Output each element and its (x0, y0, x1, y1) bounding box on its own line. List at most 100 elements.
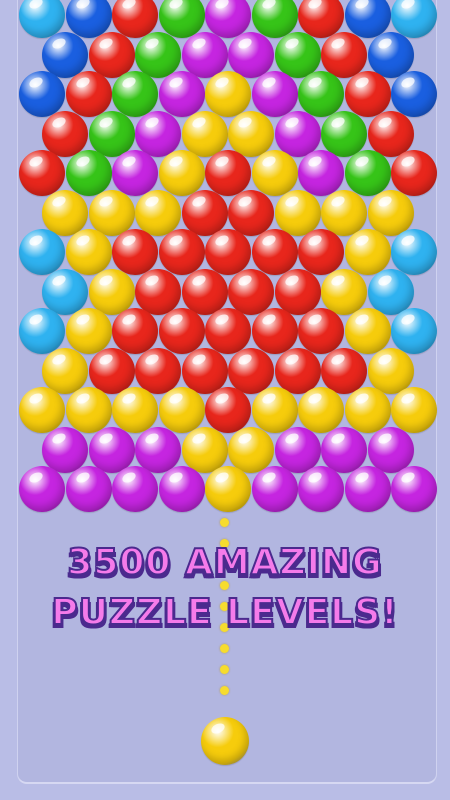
red-bubble (391, 150, 437, 196)
bubble-grid (0, 0, 450, 520)
red-bubble (181, 268, 228, 315)
red-bubble (298, 229, 344, 275)
red-bubble (251, 308, 298, 354)
green-bubble (65, 150, 112, 196)
yellow-bubble (158, 150, 205, 196)
red-bubble (112, 229, 158, 275)
red-bubble (205, 308, 251, 354)
yellow-bubble (112, 387, 158, 433)
yellow-bubble (135, 189, 181, 236)
red-bubble (88, 347, 135, 394)
red-bubble (274, 347, 321, 394)
purple-bubble (112, 150, 158, 196)
red-bubble (298, 308, 344, 354)
red-bubble (205, 387, 251, 433)
red-bubble (228, 347, 274, 394)
yellow-bubble (158, 387, 205, 433)
purple-bubble (65, 466, 112, 512)
cyan-bubble (391, 229, 437, 275)
yellow-bubble (344, 229, 391, 275)
yellow-bubble (42, 347, 88, 394)
purple-bubble (158, 466, 205, 512)
purple-bubble (274, 426, 321, 473)
yellow-bubble (181, 426, 228, 473)
yellow-bubble (391, 387, 437, 433)
green-bubble (321, 110, 367, 157)
yellow-bubble (228, 426, 274, 473)
green-bubble (135, 31, 181, 78)
red-bubble (367, 110, 414, 157)
yellow-bubble (88, 189, 135, 236)
purple-bubble (344, 466, 391, 512)
purple-bubble (181, 31, 228, 78)
purple-bubble (367, 426, 414, 473)
purple-bubble (135, 426, 181, 473)
red-bubble (42, 110, 88, 157)
green-bubble (344, 150, 391, 196)
yellow-bubble (65, 229, 112, 275)
yellow-bubble (251, 150, 298, 196)
red-bubble (19, 150, 65, 196)
yellow-bubble (367, 189, 414, 236)
cyan-bubble (42, 268, 88, 315)
red-bubble (158, 308, 205, 354)
green-bubble (274, 31, 321, 78)
green-bubble (298, 71, 344, 117)
purple-bubble (19, 466, 65, 512)
yellow-bubble (228, 110, 274, 157)
purple-bubble (274, 110, 321, 157)
yellow-bubble (298, 387, 344, 433)
red-bubble (65, 71, 112, 117)
green-bubble (112, 71, 158, 117)
red-bubble (321, 347, 367, 394)
red-bubble (88, 31, 135, 78)
cyan-bubble (19, 229, 65, 275)
red-bubble (321, 31, 367, 78)
cyan-bubble (367, 268, 414, 315)
red-bubble (135, 268, 181, 315)
yellow-bubble (19, 387, 65, 433)
promo-banner: 3500 AMAZING PUZZLE LEVELS! (0, 538, 450, 638)
blue-bubble (19, 71, 65, 117)
red-bubble (181, 347, 228, 394)
purple-bubble (88, 426, 135, 473)
red-bubble (205, 229, 251, 275)
red-bubble (158, 229, 205, 275)
purple-bubble (298, 150, 344, 196)
yellow-bubble (42, 189, 88, 236)
yellow-bubble (181, 110, 228, 157)
purple-bubble (298, 466, 344, 512)
yellow-bubble (88, 268, 135, 315)
blue-bubble (367, 31, 414, 78)
blue-bubble (391, 71, 437, 117)
red-bubble (135, 347, 181, 394)
purple-bubble (251, 466, 298, 512)
yellow-bubble (205, 71, 251, 117)
promo-line-2: PUZZLE LEVELS! (50, 591, 399, 634)
red-bubble (274, 268, 321, 315)
purple-bubble (251, 71, 298, 117)
yellow-bubble (251, 387, 298, 433)
purple-bubble (228, 31, 274, 78)
purple-bubble (391, 466, 437, 512)
purple-bubble (135, 110, 181, 157)
blue-bubble (42, 31, 88, 78)
yellow-bubble (65, 387, 112, 433)
yellow-bubble (321, 189, 367, 236)
yellow-bubble (344, 308, 391, 354)
red-bubble (228, 189, 274, 236)
purple-bubble (42, 426, 88, 473)
purple-bubble (158, 71, 205, 117)
red-bubble (112, 308, 158, 354)
red-bubble (251, 229, 298, 275)
purple-bubble (321, 426, 367, 473)
green-bubble (88, 110, 135, 157)
promo-line-1: 3500 AMAZING (66, 541, 383, 584)
yellow-bubble (367, 347, 414, 394)
red-bubble (205, 150, 251, 196)
yellow-bubble (274, 189, 321, 236)
purple-bubble (112, 466, 158, 512)
cyan-bubble (19, 308, 65, 354)
yellow-bubble (321, 268, 367, 315)
shooter-bubble[interactable] (201, 717, 249, 765)
